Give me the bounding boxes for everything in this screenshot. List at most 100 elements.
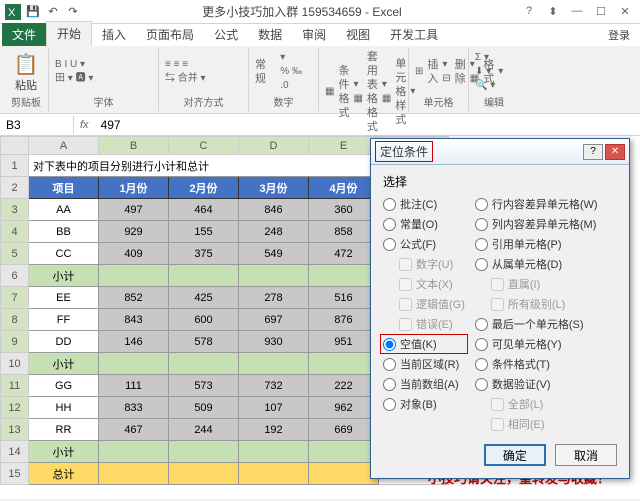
cell[interactable]: 549	[239, 243, 309, 265]
dialog-close-icon[interactable]: ✕	[605, 144, 625, 160]
row-header[interactable]: 15	[1, 463, 29, 485]
cell[interactable]: 833	[99, 397, 169, 419]
cell[interactable]: 409	[99, 243, 169, 265]
row-header[interactable]: 12	[1, 397, 29, 419]
row-header[interactable]: 5	[1, 243, 29, 265]
cell[interactable]: 600	[169, 309, 239, 331]
cell[interactable]	[99, 265, 169, 287]
opt-visible[interactable]: 可见单元格(Y)	[475, 336, 598, 352]
cell[interactable]: 852	[99, 287, 169, 309]
cell[interactable]	[239, 265, 309, 287]
cells-group[interactable]: ⊞ 插入▾⊟ 删除▾▦ 格式▾	[415, 50, 462, 94]
cell[interactable]	[309, 353, 379, 375]
cell[interactable]: 962	[309, 397, 379, 419]
cell[interactable]	[309, 441, 379, 463]
cell[interactable]	[169, 265, 239, 287]
cell[interactable]: 小计	[29, 353, 99, 375]
paste-button[interactable]: 📋粘贴	[10, 52, 42, 93]
cell[interactable]: 小计	[29, 265, 99, 287]
opt-precedents[interactable]: 引用单元格(P)	[475, 236, 598, 252]
cell[interactable]: 843	[99, 309, 169, 331]
cell[interactable]: 846	[239, 199, 309, 221]
opt-array[interactable]: 当前数组(A)	[383, 376, 465, 392]
cell[interactable]: 732	[239, 375, 309, 397]
cell[interactable]: FF	[29, 309, 99, 331]
cell[interactable]: HH	[29, 397, 99, 419]
opt-last[interactable]: 最后一个单元格(S)	[475, 316, 598, 332]
col-header[interactable]	[1, 137, 29, 155]
cell[interactable]: 930	[239, 331, 309, 353]
cell[interactable]: 244	[169, 419, 239, 441]
cell[interactable]: 192	[239, 419, 309, 441]
maximize-icon[interactable]: ☐	[590, 5, 612, 18]
signin-link[interactable]: 登录	[598, 24, 640, 46]
cell[interactable]: 155	[169, 221, 239, 243]
col-header[interactable]: B	[99, 137, 169, 155]
table-header[interactable]: 3月份	[239, 177, 309, 199]
cell[interactable]: 509	[169, 397, 239, 419]
formula-bar[interactable]: 497	[95, 116, 640, 134]
tab-data[interactable]: 数据	[248, 23, 292, 46]
cell[interactable]: GG	[29, 375, 99, 397]
row-header[interactable]: 8	[1, 309, 29, 331]
cell[interactable]: 951	[309, 331, 379, 353]
opt-coldiff[interactable]: 列内容差异单元格(M)	[475, 216, 598, 232]
cell[interactable]: 248	[239, 221, 309, 243]
cell[interactable]	[309, 463, 379, 485]
cell[interactable]: 669	[309, 419, 379, 441]
row-header[interactable]: 10	[1, 353, 29, 375]
tab-home[interactable]: 开始	[46, 21, 92, 46]
row-header[interactable]: 4	[1, 221, 29, 243]
tab-layout[interactable]: 页面布局	[136, 23, 204, 46]
col-header[interactable]: A	[29, 137, 99, 155]
opt-rowdiff[interactable]: 行内容差异单元格(W)	[475, 196, 598, 212]
cell[interactable]: 375	[169, 243, 239, 265]
close-icon[interactable]: ✕	[614, 5, 636, 18]
cell[interactable]: 总计	[29, 463, 99, 485]
row-header[interactable]: 1	[1, 155, 29, 177]
cell[interactable]: CC	[29, 243, 99, 265]
cell[interactable]	[239, 441, 309, 463]
row-header[interactable]: 6	[1, 265, 29, 287]
opt-comments[interactable]: 批注(C)	[383, 196, 465, 212]
cell[interactable]	[239, 353, 309, 375]
opt-region[interactable]: 当前区域(R)	[383, 356, 465, 372]
col-header[interactable]: E	[309, 137, 379, 155]
cell[interactable]: 111	[99, 375, 169, 397]
cell[interactable]: 222	[309, 375, 379, 397]
row-header[interactable]: 7	[1, 287, 29, 309]
cell[interactable]	[99, 463, 169, 485]
col-header[interactable]: C	[169, 137, 239, 155]
cell[interactable]: 573	[169, 375, 239, 397]
cell[interactable]	[169, 441, 239, 463]
cell[interactable]: 360	[309, 199, 379, 221]
opt-validation[interactable]: 数据验证(V)	[475, 376, 598, 392]
opt-formulas[interactable]: 公式(F)	[383, 236, 465, 252]
cell[interactable]: 278	[239, 287, 309, 309]
save-icon[interactable]: 💾	[24, 3, 42, 21]
ribbon-toggle-icon[interactable]: ⬍	[542, 5, 564, 18]
editing-group[interactable]: Σ ▾⬇ ▾🔍 ▾	[475, 50, 513, 94]
table-header[interactable]: 项目	[29, 177, 99, 199]
cell[interactable]: EE	[29, 287, 99, 309]
undo-icon[interactable]: ↶	[44, 3, 62, 21]
tab-formula[interactable]: 公式	[204, 23, 248, 46]
opt-constants[interactable]: 常量(O)	[383, 216, 465, 232]
cancel-button[interactable]: 取消	[555, 444, 617, 466]
cell[interactable]	[169, 463, 239, 485]
cell[interactable]: 516	[309, 287, 379, 309]
dialog-help-icon[interactable]: ?	[583, 144, 603, 160]
font-group[interactable]: B I U ▾田 ▾ 🅰 ▾	[55, 50, 152, 94]
row-header[interactable]: 11	[1, 375, 29, 397]
cell[interactable]: 929	[99, 221, 169, 243]
tab-insert[interactable]: 插入	[92, 23, 136, 46]
minimize-icon[interactable]: —	[566, 5, 588, 18]
cell[interactable]	[239, 463, 309, 485]
cell[interactable]	[169, 353, 239, 375]
cell[interactable]	[99, 441, 169, 463]
row-header[interactable]: 13	[1, 419, 29, 441]
cell[interactable]: BB	[29, 221, 99, 243]
opt-blanks[interactable]: 空值(K)	[380, 334, 468, 354]
table-header[interactable]: 2月份	[169, 177, 239, 199]
cell[interactable]	[309, 265, 379, 287]
